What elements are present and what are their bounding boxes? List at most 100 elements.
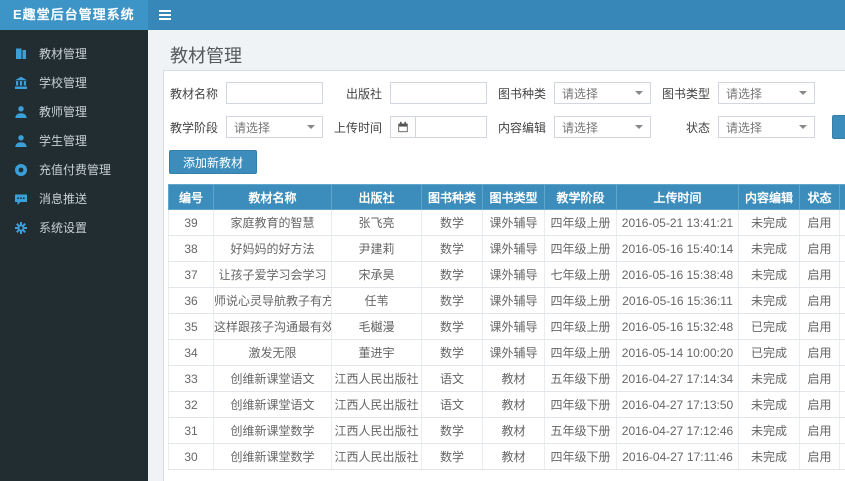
table-cell: 未完成 <box>738 235 800 262</box>
filter-label: 教学阶段 <box>169 120 218 135</box>
table-cell: 数学 <box>421 443 483 470</box>
school-icon <box>14 76 28 90</box>
table-cell: 课外辅导 <box>482 261 545 288</box>
table-cell: 启用 <box>799 261 840 288</box>
table-cell: 2016-04-27 17:14:34 <box>616 365 739 392</box>
table-row: 32 创维新课堂语文 江西人民出版社 语文 教材 四年级下册 2016-04-27 17:1… <box>168 391 845 418</box>
table-cell: 江西人民出版社 <box>331 365 422 392</box>
select-value: 请选择 <box>726 120 763 135</box>
table-cell: 34 <box>168 339 214 366</box>
table-cell: 启用 <box>799 235 840 262</box>
table-cell: 五年级下册 <box>544 417 617 444</box>
table-cell: 38 <box>168 235 214 262</box>
table-cell: 启用 <box>799 391 840 418</box>
hamburger-menu-icon[interactable] <box>159 10 171 20</box>
table-cell: 五年级下册 <box>544 365 617 392</box>
add-material-button[interactable]: 添加新教材 <box>169 150 257 174</box>
select-value: 请选择 <box>562 120 599 135</box>
table-cell: 四年级下册 <box>544 391 617 418</box>
table-cell: 激发无限 <box>213 339 332 366</box>
table-cell: 四年级下册 <box>544 443 617 470</box>
table-cell: 张飞亮 <box>331 209 422 236</box>
table-row: 38 好妈妈的好方法 尹建莉 数学 课外辅导 四年级上册 2016-05-16 15:40:… <box>168 235 845 262</box>
table-cell: 七年级上册 <box>544 261 617 288</box>
search-button[interactable]: 搜索 <box>832 115 845 139</box>
sidebar-item-school-management[interactable]: 学校管理 <box>0 68 148 97</box>
action-cell <box>839 391 845 418</box>
filter-label: 内容编辑 <box>497 120 546 135</box>
table-cell: 启用 <box>799 313 840 340</box>
publisher-input[interactable] <box>390 82 487 104</box>
column-header: 出版社 <box>331 184 422 210</box>
column-header: 编号 <box>168 184 214 210</box>
table-cell: 课外辅导 <box>482 339 545 366</box>
teaching-stage-select[interactable]: 请选择 <box>226 116 323 138</box>
material-name-input[interactable] <box>226 82 323 104</box>
table-cell: 创维新课堂数学 <box>213 443 332 470</box>
sidebar-item-label: 教材管理 <box>39 47 88 61</box>
date-addon <box>390 116 415 138</box>
sidebar-item-system-settings[interactable]: 系统设置 <box>0 213 148 242</box>
table-header-row: 编号 教材名称 出版社 图书种类 图书类型 教学阶段 上传时间 内容编辑 状态 <box>168 184 845 210</box>
filter-label: 状态 <box>685 120 710 135</box>
select-value: 请选择 <box>234 120 271 135</box>
sidebar-item-material-management[interactable]: 教材管理 <box>0 39 148 68</box>
table-cell: 30 <box>168 443 214 470</box>
main-content: 教材管理 教材名称 出版社 图书种类 请选择 图书类型 请选择 教学阶段 请选择 上传时间 内容… <box>148 30 845 481</box>
table-cell: 江西人民出版社 <box>331 417 422 444</box>
coin-icon <box>14 163 28 177</box>
table-row: 39 家庭教育的智慧 张飞亮 数学 课外辅导 四年级上册 2016-05-21 13:41:… <box>168 209 845 236</box>
table-body: 39 家庭教育的智慧 张飞亮 数学 课外辅导 四年级上册 2016-05-21 13:41:… <box>168 209 845 470</box>
table-cell: 这样跟孩子沟通最有效 <box>213 313 332 340</box>
book-type-select[interactable]: 请选择 <box>718 82 815 104</box>
content-panel: 教材名称 出版社 图书种类 请选择 图书类型 请选择 教学阶段 请选择 上传时间 内容编辑 请选择… <box>163 70 845 481</box>
table-cell: 31 <box>168 417 214 444</box>
status-select[interactable]: 请选择 <box>718 116 815 138</box>
table-cell: 已完成 <box>738 313 800 340</box>
table-cell: 课外辅导 <box>482 287 545 314</box>
select-value: 请选择 <box>562 86 599 101</box>
content-editor-select[interactable]: 请选择 <box>554 116 651 138</box>
sidebar-item-message-push[interactable]: 消息推送 <box>0 184 148 213</box>
table-cell: 江西人民出版社 <box>331 443 422 470</box>
table-cell: 启用 <box>799 417 840 444</box>
sidebar: 教材管理学校管理 教师管理学生管理充值付费管理 消息推送系统设置 <box>0 30 148 481</box>
table-cell: 课外辅导 <box>482 313 545 340</box>
table-cell: 好妈妈的好方法 <box>213 235 332 262</box>
table-cell: 四年级上册 <box>544 209 617 236</box>
table-cell: 四年级上册 <box>544 339 617 366</box>
sidebar-item-teacher-management[interactable]: 教师管理 <box>0 97 148 126</box>
table-row: 37 让孩子爱学习会学习 宋承昊 数学 课外辅导 七年级上册 2016-05-16 15:3… <box>168 261 845 288</box>
sidebar-item-label: 学生管理 <box>39 134 88 148</box>
sidebar-item-label: 充值付费管理 <box>39 163 112 177</box>
sidebar-item-student-management[interactable]: 学生管理 <box>0 126 148 155</box>
table-cell: 启用 <box>799 209 840 236</box>
sidebar-item-label: 消息推送 <box>39 192 88 206</box>
column-header: 图书种类 <box>421 184 483 210</box>
select-value: 请选择 <box>726 86 763 101</box>
table-cell: 董进宇 <box>331 339 422 366</box>
column-header: 内容编辑 <box>738 184 800 210</box>
sidebar-item-payment-management[interactable]: 充值付费管理 <box>0 155 148 184</box>
table-cell: 启用 <box>799 339 840 366</box>
action-cell <box>839 287 845 314</box>
table-row: 31 创维新课堂数学 江西人民出版社 数学 教材 五年级下册 2016-04-27 17:1… <box>168 417 845 444</box>
table-cell: 未完成 <box>738 287 800 314</box>
table-cell: 创维新课堂语文 <box>213 391 332 418</box>
caret-down-icon <box>799 125 807 129</box>
table-cell: 32 <box>168 391 214 418</box>
table-cell: 未完成 <box>738 443 800 470</box>
table-cell: 36 <box>168 287 214 314</box>
upload-time-input[interactable] <box>415 116 487 138</box>
column-header: 状态 <box>799 184 840 210</box>
table-cell: 已完成 <box>738 339 800 366</box>
table-cell: 2016-05-16 15:32:48 <box>616 313 739 340</box>
table-cell: 语文 <box>421 391 483 418</box>
book-category-select[interactable]: 请选择 <box>554 82 651 104</box>
table-cell: 未完成 <box>738 261 800 288</box>
table-cell: 启用 <box>799 365 840 392</box>
caret-down-icon <box>635 125 643 129</box>
table-cell: 教材 <box>482 365 545 392</box>
table-cell: 数学 <box>421 287 483 314</box>
table-row: 34 激发无限 董进宇 数学 课外辅导 四年级上册 2016-05-14 10:00:20 已… <box>168 339 845 366</box>
